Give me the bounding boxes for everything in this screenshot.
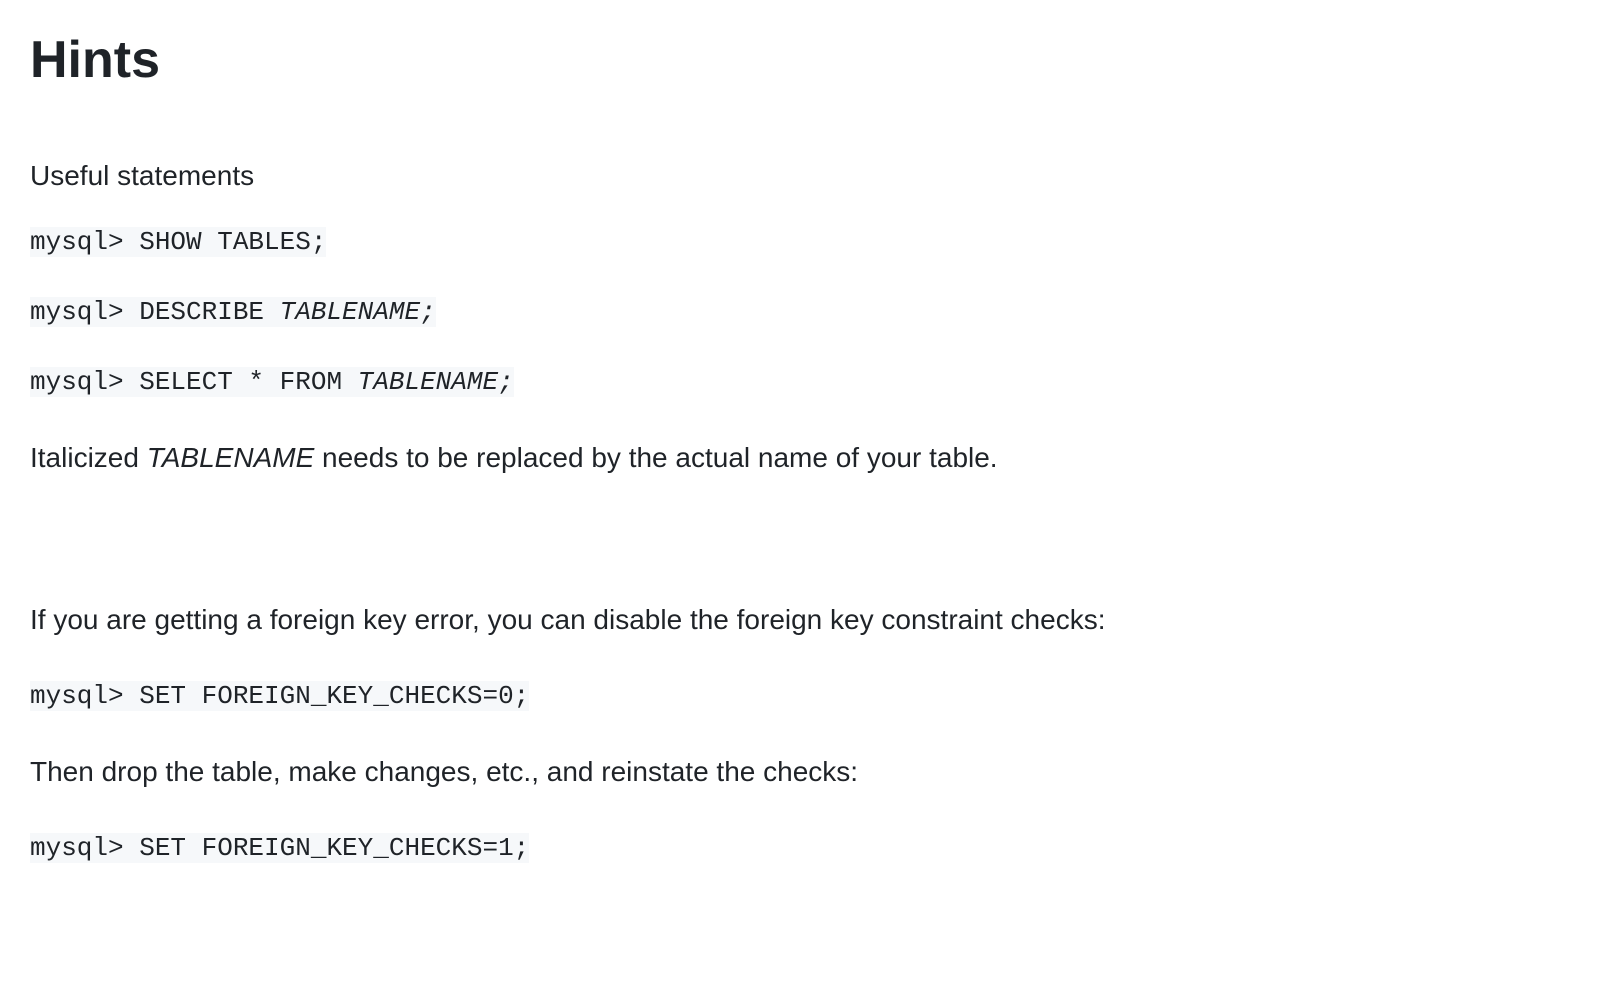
page-heading: Hints [30,30,1581,90]
note-suffix: needs to be replaced by the actual name … [314,442,997,473]
foreign-key-para2: Then drop the table, make changes, etc.,… [30,751,1581,793]
note-tablename: Italicized TABLENAME needs to be replace… [30,437,1581,479]
foreign-key-para1: If you are getting a foreign key error, … [30,599,1581,641]
useful-statements-subheading: Useful statements [30,160,1581,192]
code-select: mysql> SELECT * FROM TABLENAME; [30,367,514,397]
code-fk-disable: mysql> SET FOREIGN_KEY_CHECKS=0; [30,681,529,711]
code-show-tables: mysql> SHOW TABLES; [30,227,326,257]
code-describe: mysql> DESCRIBE TABLENAME; [30,297,436,327]
note-italic: TABLENAME [147,442,315,473]
code-select-prefix: mysql> SELECT * FROM [30,367,358,397]
note-prefix: Italicized [30,442,147,473]
code-select-tablename: TABLENAME; [358,367,514,397]
code-describe-prefix: mysql> DESCRIBE [30,297,280,327]
code-describe-tablename: TABLENAME; [280,297,436,327]
code-fk-enable: mysql> SET FOREIGN_KEY_CHECKS=1; [30,833,529,863]
